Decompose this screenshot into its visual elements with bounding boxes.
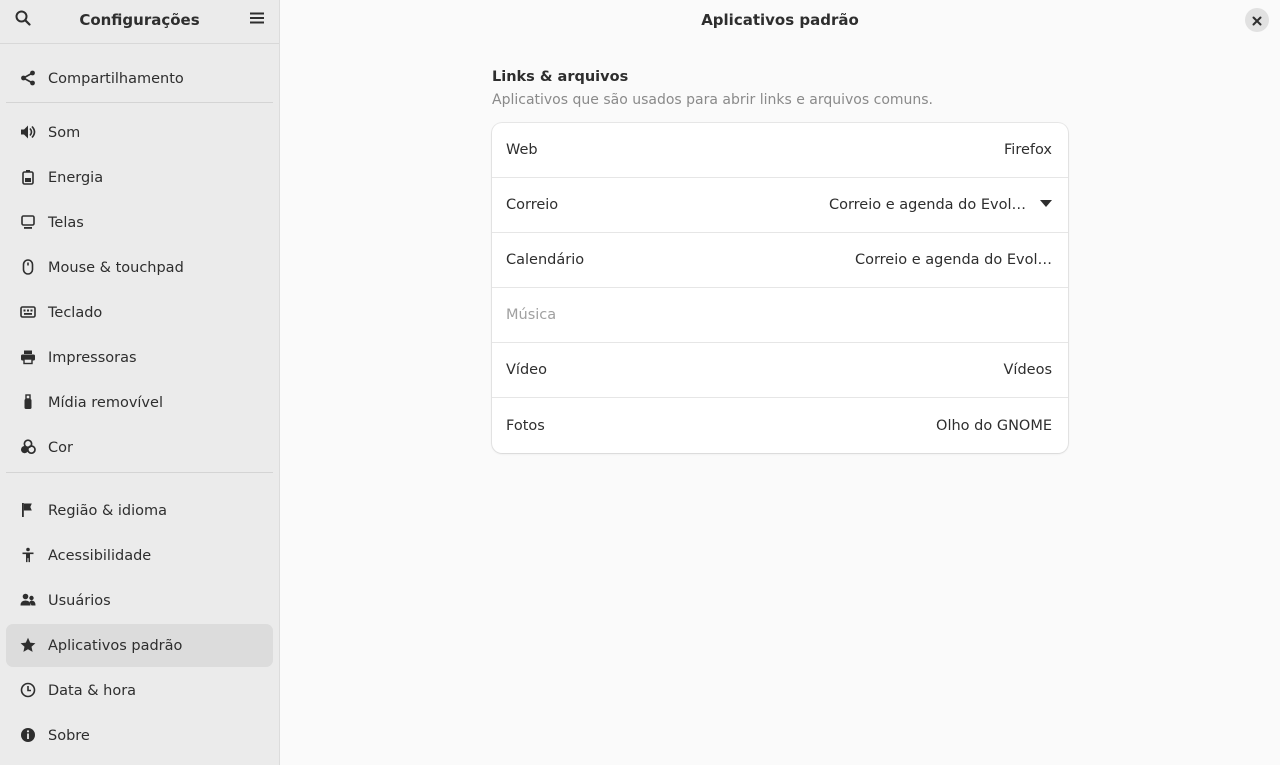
- row-value: Correio e agenda do Evol…: [854, 252, 1052, 268]
- sidebar-item-label: Data & hora: [48, 682, 137, 699]
- share-icon: [20, 70, 36, 86]
- color-icon: [20, 439, 36, 455]
- row-web[interactable]: Web Firefox: [492, 123, 1068, 178]
- row-value: Correio e agenda do Evol…: [828, 197, 1026, 213]
- sidebar-item-mouse[interactable]: Mouse & touchpad: [6, 246, 273, 289]
- sidebar-item-label: Usuários: [48, 592, 111, 609]
- sidebar-item-label: Aplicativos padrão: [48, 637, 183, 654]
- printer-icon: [20, 349, 36, 365]
- info-icon: [20, 727, 36, 743]
- sidebar-title: Configurações: [79, 11, 200, 29]
- sidebar-item-label: Teclado: [48, 304, 103, 321]
- section-title: Links & arquivos: [492, 69, 629, 85]
- usb-drive-icon: [20, 394, 36, 410]
- sidebar-item-cor[interactable]: Cor: [6, 426, 273, 469]
- sidebar-item-usuarios[interactable]: Usuários: [6, 579, 273, 622]
- sidebar-separator: [6, 102, 273, 103]
- sidebar-item-label: Região & idioma: [48, 502, 168, 519]
- page-title: Aplicativos padrão: [701, 11, 859, 29]
- row-label: Calendário: [506, 252, 585, 268]
- row-label: Fotos: [506, 417, 545, 434]
- sidebar-item-regiao-idioma[interactable]: Região & idioma: [6, 489, 273, 532]
- row-calendario[interactable]: Calendário Correio e agenda do Evol…: [492, 233, 1068, 288]
- sidebar-separator: [6, 472, 273, 473]
- mouse-icon: [20, 259, 36, 275]
- keyboard-icon: [20, 304, 36, 320]
- hamburger-menu-icon: [249, 10, 265, 30]
- sidebar-item-energia[interactable]: Energia: [6, 156, 273, 199]
- sidebar-item-label: Mídia removível: [48, 394, 163, 411]
- sidebar-item-compartilhamento[interactable]: Compartilhamento: [6, 57, 273, 100]
- accessibility-icon: [20, 547, 36, 563]
- display-icon: [20, 214, 36, 230]
- row-correio[interactable]: Correio Correio e agenda do Evol…: [492, 178, 1068, 233]
- battery-icon: [20, 169, 36, 185]
- sidebar-item-label: Impressoras: [48, 349, 137, 366]
- star-icon: [20, 637, 36, 653]
- flag-icon: [20, 502, 36, 518]
- row-value: Olho do GNOME: [936, 417, 1052, 434]
- sidebar-item-acessibilidade[interactable]: Acessibilidade: [6, 534, 273, 577]
- main-panel: Aplicativos padrão Links & arquivos Apli…: [280, 0, 1280, 765]
- sidebar-item-label: Acessibilidade: [48, 547, 152, 564]
- row-value: Firefox: [1004, 142, 1052, 158]
- sidebar-item-label: Sobre: [48, 727, 90, 744]
- sidebar-item-sobre[interactable]: Sobre: [6, 714, 273, 757]
- sidebar-item-midia-removivel[interactable]: Mídia removível: [6, 381, 273, 424]
- row-video[interactable]: Vídeo Vídeos: [492, 343, 1068, 398]
- row-label: Vídeo: [506, 362, 547, 378]
- sidebar-item-label: Energia: [48, 169, 104, 186]
- section-subtitle: Aplicativos que são usados para abrir li…: [492, 92, 934, 108]
- row-musica: Música: [492, 288, 1068, 343]
- sidebar: Configurações Compartilhamento Som Energ…: [0, 0, 280, 765]
- sidebar-item-label: Mouse & touchpad: [48, 259, 184, 276]
- clock-icon: [20, 682, 36, 698]
- sidebar-item-label: Cor: [48, 439, 73, 456]
- speaker-icon: [20, 124, 36, 140]
- sidebar-item-label: Compartilhamento: [48, 70, 184, 87]
- close-button[interactable]: [1245, 8, 1269, 32]
- row-label: Música: [506, 307, 557, 323]
- row-label: Correio: [506, 197, 559, 213]
- sidebar-item-som[interactable]: Som: [6, 111, 273, 154]
- links-files-section: Links & arquivos Aplicativos que são usa…: [492, 66, 1068, 453]
- sidebar-item-aplicativos-padrao[interactable]: Aplicativos padrão: [6, 624, 273, 667]
- sidebar-item-teclado[interactable]: Teclado: [6, 291, 273, 334]
- users-icon: [20, 592, 36, 608]
- dropdown-arrow-icon[interactable]: [1040, 200, 1052, 207]
- row-fotos[interactable]: Fotos Olho do GNOME: [492, 398, 1068, 453]
- sidebar-list: Compartilhamento Som Energia Telas Mouse…: [0, 44, 279, 757]
- sidebar-item-telas[interactable]: Telas: [6, 201, 273, 244]
- sidebar-item-label: Som: [48, 124, 81, 141]
- sidebar-header: Configurações: [0, 0, 279, 44]
- row-value: Vídeos: [1003, 362, 1053, 378]
- close-icon: [1252, 11, 1262, 30]
- default-apps-list: Web Firefox Correio Correio e agenda do …: [492, 123, 1068, 453]
- sidebar-item-impressoras[interactable]: Impressoras: [6, 336, 273, 379]
- sidebar-item-label: Telas: [48, 214, 84, 231]
- sidebar-item-data-hora[interactable]: Data & hora: [6, 669, 273, 712]
- row-label: Web: [506, 142, 538, 158]
- main-menu-button[interactable]: [243, 6, 271, 34]
